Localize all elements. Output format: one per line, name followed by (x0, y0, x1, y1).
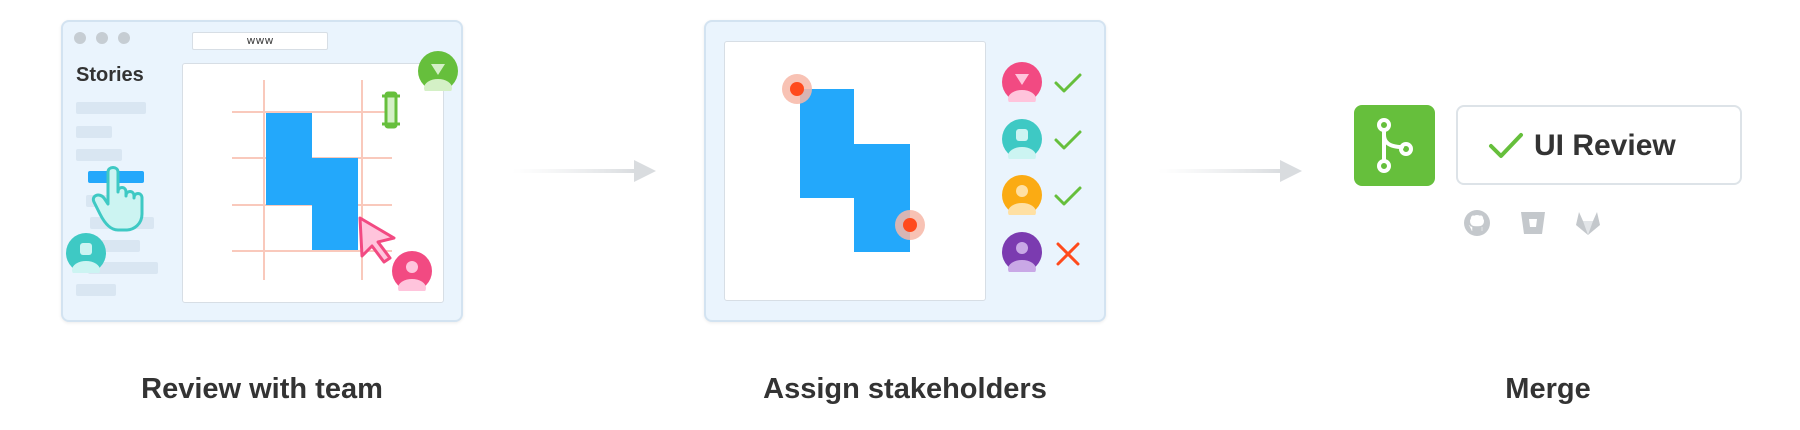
gitlab-icon[interactable] (1573, 208, 1603, 238)
flow-arrow (1158, 160, 1302, 182)
check-icon (1054, 130, 1082, 150)
check-icon (1489, 133, 1523, 158)
close-icon (1056, 242, 1080, 266)
check-icon (1054, 73, 1082, 93)
bitbucket-icon[interactable] (1518, 208, 1548, 238)
merge-button[interactable] (1354, 105, 1435, 186)
step-label: Assign stakeholders (763, 373, 1047, 405)
ui-review-label: UI Review (1534, 129, 1676, 162)
ui-review-status[interactable]: UI Review (1456, 105, 1742, 185)
git-branch-icon (1377, 118, 1413, 173)
step-label: Merge (1505, 373, 1591, 405)
check-icon (1054, 186, 1082, 206)
github-icon[interactable] (1462, 208, 1492, 238)
